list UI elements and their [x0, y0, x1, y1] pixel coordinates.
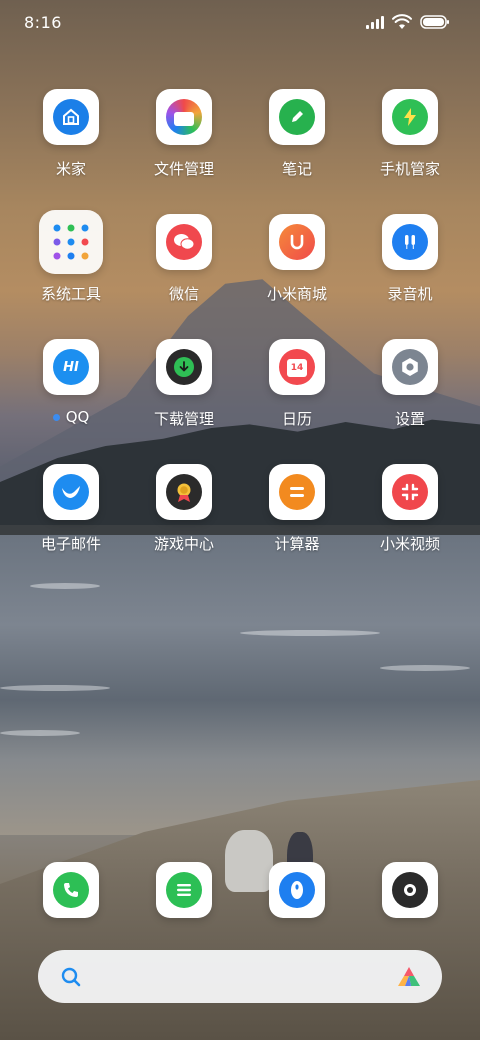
app-label: 日历: [281, 410, 312, 428]
search-bar[interactable]: [38, 950, 442, 1003]
battery-icon: [420, 15, 449, 29]
app-label: 下载管理: [153, 410, 214, 428]
app-label: 小米视频: [379, 535, 440, 553]
folder-icon: [39, 210, 103, 274]
app-qq[interactable]: HI QQ: [15, 339, 127, 426]
phone-icon: [43, 862, 99, 918]
mi-store-icon: [269, 214, 325, 270]
search-icon: [61, 967, 81, 986]
signal-icon: [366, 15, 384, 29]
dock-phone[interactable]: [15, 862, 127, 918]
app-mi-video[interactable]: 小米视频: [354, 464, 466, 554]
app-settings[interactable]: 设置: [354, 339, 466, 429]
wave: [240, 630, 380, 636]
app-calendar[interactable]: 14 日历: [241, 339, 353, 429]
app-mi-store[interactable]: 小米商城: [241, 214, 353, 304]
calendar-icon: 14: [269, 339, 325, 395]
messages-icon: [156, 862, 212, 918]
app-notes[interactable]: 笔记: [241, 89, 353, 179]
app-label: 文件管理: [153, 160, 214, 178]
status-icons: [366, 14, 450, 30]
app-file-manager[interactable]: 文件管理: [128, 89, 240, 179]
app-label: 电子邮件: [40, 535, 101, 553]
dock-messages[interactable]: [128, 862, 240, 918]
calculator-icon: [269, 464, 325, 520]
app-label: 录音机: [387, 285, 433, 303]
status-bar: 8:16: [0, 0, 480, 44]
app-recorder[interactable]: 录音机: [354, 214, 466, 304]
settings-gear-icon: [382, 339, 438, 395]
app-calculator[interactable]: 计算器: [241, 464, 353, 554]
mi-video-icon: [382, 464, 438, 520]
wechat-icon: [156, 214, 212, 270]
camera-icon: [382, 862, 438, 918]
app-game-center[interactable]: 游戏中心: [128, 464, 240, 554]
wave: [380, 665, 470, 671]
recorder-icon: [382, 214, 438, 270]
app-label: 小米商城: [266, 285, 327, 303]
wave: [30, 583, 100, 589]
qq-hi-icon: HI: [43, 339, 99, 395]
app-label: QQ: [52, 408, 90, 426]
wifi-icon: [392, 14, 412, 29]
app-label: 系统工具: [40, 285, 101, 303]
app-label: 微信: [168, 285, 199, 303]
dock-browser[interactable]: [241, 862, 353, 918]
new-update-dot: [52, 413, 60, 421]
app-label: 游戏中心: [153, 535, 214, 553]
wave: [0, 730, 80, 736]
calendar-day: 14: [290, 363, 304, 373]
download-icon: [156, 339, 212, 395]
mijia-home-icon: [43, 89, 99, 145]
folder-system-tools[interactable]: 系统工具: [15, 210, 127, 304]
browser-icon: [269, 862, 325, 918]
app-security[interactable]: 手机管家: [354, 89, 466, 179]
app-downloads[interactable]: 下载管理: [128, 339, 240, 429]
dock-camera[interactable]: [354, 862, 466, 918]
app-email[interactable]: 电子邮件: [15, 464, 127, 554]
email-bird-icon: [43, 464, 99, 520]
game-center-medal-icon: [156, 464, 212, 520]
app-label: 米家: [55, 160, 86, 178]
notes-pencil-icon: [269, 89, 325, 145]
status-time: 8:16: [24, 12, 62, 32]
file-manager-icon: [156, 89, 212, 145]
xiaoai-assistant-icon[interactable]: [396, 965, 422, 989]
app-label: 设置: [394, 410, 425, 428]
app-wechat[interactable]: 微信: [128, 214, 240, 304]
app-mijia[interactable]: 米家: [15, 89, 127, 179]
wave: [0, 685, 110, 691]
security-bolt-icon: [382, 89, 438, 145]
app-label: 计算器: [274, 535, 320, 553]
app-label-text: QQ: [65, 408, 90, 426]
app-label: 笔记: [281, 160, 312, 178]
app-label: 手机管家: [379, 160, 440, 178]
